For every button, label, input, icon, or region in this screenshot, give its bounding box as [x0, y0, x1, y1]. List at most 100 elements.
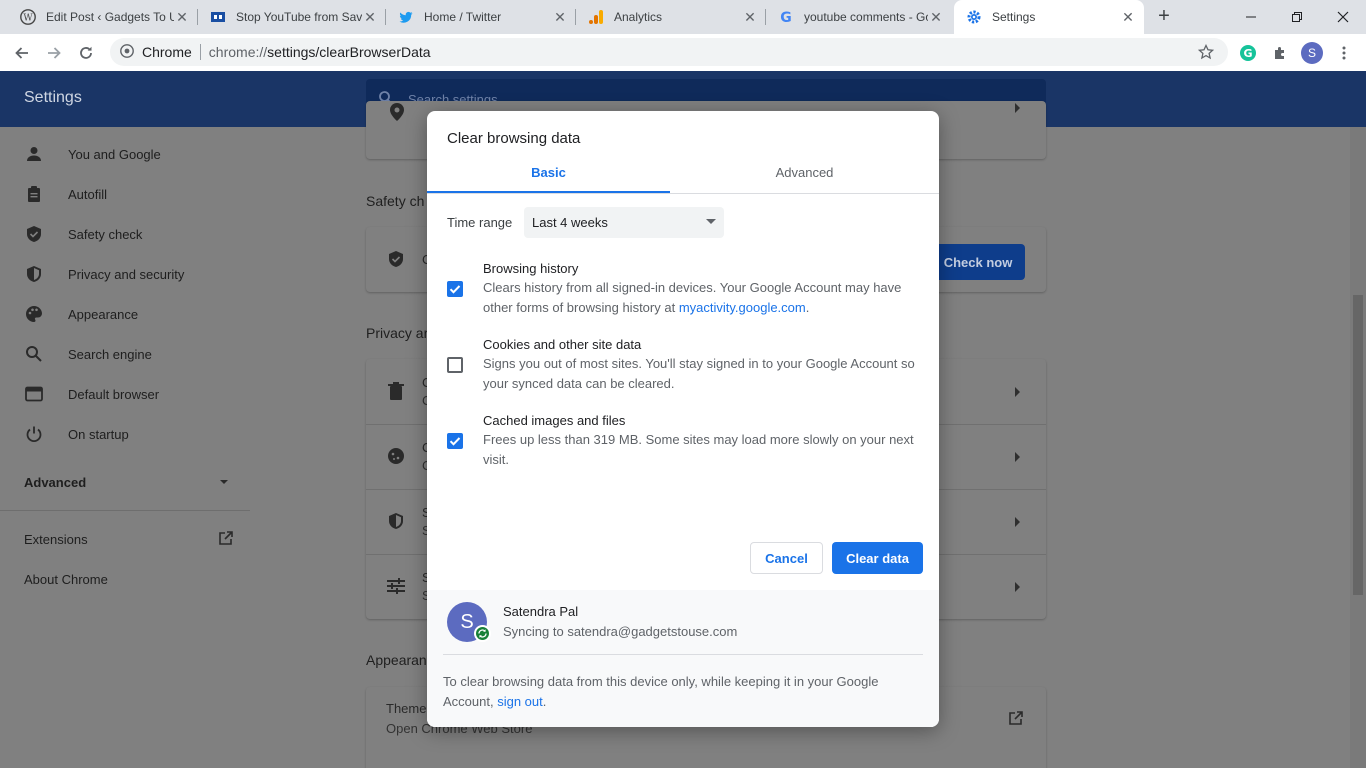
chevron-right-icon — [1015, 103, 1020, 113]
sidebar-item-you-and-google[interactable]: You and Google — [24, 134, 161, 174]
extensions-puzzle-icon[interactable] — [1266, 39, 1294, 67]
dialog-footer: S Satendra Pal Syncing to satendra@gadge… — [427, 590, 939, 727]
option-title: Cached images and files — [483, 413, 626, 428]
page-scrollbar[interactable] — [1350, 127, 1366, 768]
chevron-right-icon — [1015, 387, 1020, 397]
sidebar-item-label: You and Google — [68, 146, 161, 162]
checkmark-icon — [449, 285, 461, 294]
sidebar-item-label: Appearance — [68, 306, 139, 322]
analytics-icon — [588, 9, 604, 25]
open-in-new-icon — [218, 530, 234, 549]
sidebar-item-label: Default browser — [68, 386, 160, 402]
sidebar-item-label: Autofill — [68, 186, 108, 202]
tab-title: Analytics — [614, 10, 663, 24]
open-in-new-icon — [1008, 710, 1024, 729]
forward-button[interactable] — [40, 39, 68, 67]
close-icon[interactable]: ✕ — [174, 9, 190, 26]
minimize-button[interactable] — [1228, 0, 1274, 34]
option-title: Cookies and other site data — [483, 337, 642, 352]
url-path: settings/clearBrowserData — [267, 44, 431, 60]
sidebar-item-autofill[interactable]: Autofill — [24, 174, 107, 214]
close-icon[interactable]: ✕ — [362, 9, 378, 26]
tab-analytics[interactable]: Analytics ✕ — [576, 0, 766, 34]
cancel-button[interactable]: Cancel — [750, 542, 823, 574]
chevron-right-icon — [1015, 452, 1020, 462]
clear-data-button[interactable]: Clear data — [832, 542, 923, 574]
close-window-button[interactable] — [1320, 0, 1366, 34]
option-description: Clears history from all signed-in device… — [483, 278, 923, 318]
footer-note-end: . — [542, 694, 547, 709]
back-arrow-icon — [15, 47, 28, 59]
tab-title: Settings — [992, 10, 1036, 24]
myactivity-link[interactable]: myactivity.google.com — [679, 300, 806, 315]
cached-images-checkbox[interactable] — [447, 433, 463, 449]
sidebar-item-safety-check[interactable]: Safety check — [24, 214, 142, 254]
sidebar-item-privacy[interactable]: Privacy and security — [24, 254, 184, 294]
shield-icon — [24, 264, 44, 284]
gadgets-to-use-icon — [210, 9, 226, 25]
sidebar-item-default-browser[interactable]: Default browser — [24, 374, 159, 414]
tab-stop-youtube[interactable]: Stop YouTube from Saving ✕ — [198, 0, 386, 34]
dialog-title: Clear browsing data — [447, 130, 581, 147]
bookmark-star-icon[interactable] — [1197, 43, 1215, 63]
close-icon[interactable]: ✕ — [1120, 9, 1136, 26]
address-bar[interactable]: Chrome chrome://settings/clearBrowserDat… — [110, 38, 1228, 66]
tab-basic[interactable]: Basic — [427, 165, 670, 193]
restore-button[interactable] — [1274, 0, 1320, 34]
time-range-value: Last 4 weeks — [532, 215, 608, 230]
svg-text:W: W — [23, 14, 33, 24]
site-chip: Chrome — [142, 44, 192, 60]
new-tab-button[interactable]: + — [1152, 5, 1176, 29]
browser-toolbar: Chrome chrome://settings/clearBrowserDat… — [0, 34, 1366, 71]
sidebar-item-search-engine[interactable]: Search engine — [24, 334, 152, 374]
footer-divider — [443, 654, 923, 655]
wordpress-icon: W — [20, 9, 36, 25]
clear-browsing-data-dialog: Clear browsing data Basic Advanced Time … — [427, 111, 939, 727]
shield-icon — [387, 512, 405, 533]
sign-out-link[interactable]: sign out — [497, 694, 543, 709]
scrollbar-thumb[interactable] — [1353, 295, 1363, 595]
sliders-icon — [387, 578, 405, 597]
trash-icon — [388, 382, 404, 403]
tab-twitter[interactable]: Home / Twitter ✕ — [386, 0, 576, 34]
check-now-button[interactable]: Check now — [931, 244, 1025, 280]
tab-title: Edit Post ‹ Gadgets To Use — [46, 10, 174, 24]
time-range-select[interactable]: Last 4 weeks — [524, 207, 724, 238]
cookies-checkbox[interactable] — [447, 357, 463, 373]
shield-check-icon — [387, 250, 405, 271]
tab-settings[interactable]: Settings ✕ — [954, 0, 1144, 34]
sidebar-item-appearance[interactable]: Appearance — [24, 294, 138, 334]
tab-youtube-comments[interactable]: G youtube comments - Google ✕ — [766, 0, 952, 34]
power-icon — [24, 424, 44, 444]
sidebar-item-label: Search engine — [68, 346, 152, 362]
svg-text:G: G — [780, 10, 792, 25]
avatar: S — [1301, 42, 1323, 64]
profile-avatar-button[interactable]: S — [1298, 39, 1326, 67]
sidebar-item-on-startup[interactable]: On startup — [24, 414, 129, 454]
section-title-privacy: Privacy ar — [366, 325, 429, 341]
tab-edit-post[interactable]: W Edit Post ‹ Gadgets To Use ✕ — [8, 0, 198, 34]
close-icon[interactable]: ✕ — [742, 9, 758, 26]
close-icon[interactable]: ✕ — [928, 9, 944, 26]
cookie-icon — [387, 447, 405, 468]
chrome-menu-button[interactable] — [1330, 39, 1358, 67]
google-icon: G — [778, 9, 794, 25]
close-icon[interactable]: ✕ — [552, 9, 568, 26]
account-sync-status: Syncing to satendra@gadgetstouse.com — [503, 624, 738, 639]
dropdown-caret-icon — [706, 219, 716, 224]
grammarly-extension-icon[interactable]: G — [1234, 39, 1262, 67]
sidebar-item-extensions[interactable]: Extensions — [24, 519, 234, 559]
browsing-history-checkbox[interactable] — [447, 281, 463, 297]
page-title: Settings — [24, 89, 82, 106]
sidebar-item-advanced[interactable]: Advanced — [24, 462, 230, 502]
sidebar-item-about-chrome[interactable]: About Chrome — [24, 559, 108, 599]
description-text-end: . — [805, 300, 810, 315]
tab-advanced[interactable]: Advanced — [670, 165, 939, 193]
sidebar-item-label: On startup — [68, 426, 129, 442]
section-title-safety: Safety ch — [366, 193, 425, 209]
sidebar-item-label: Safety check — [68, 226, 143, 242]
palette-icon — [24, 304, 44, 324]
reload-button[interactable] — [72, 39, 100, 67]
sidebar-divider — [0, 510, 250, 511]
back-button[interactable] — [8, 39, 36, 67]
